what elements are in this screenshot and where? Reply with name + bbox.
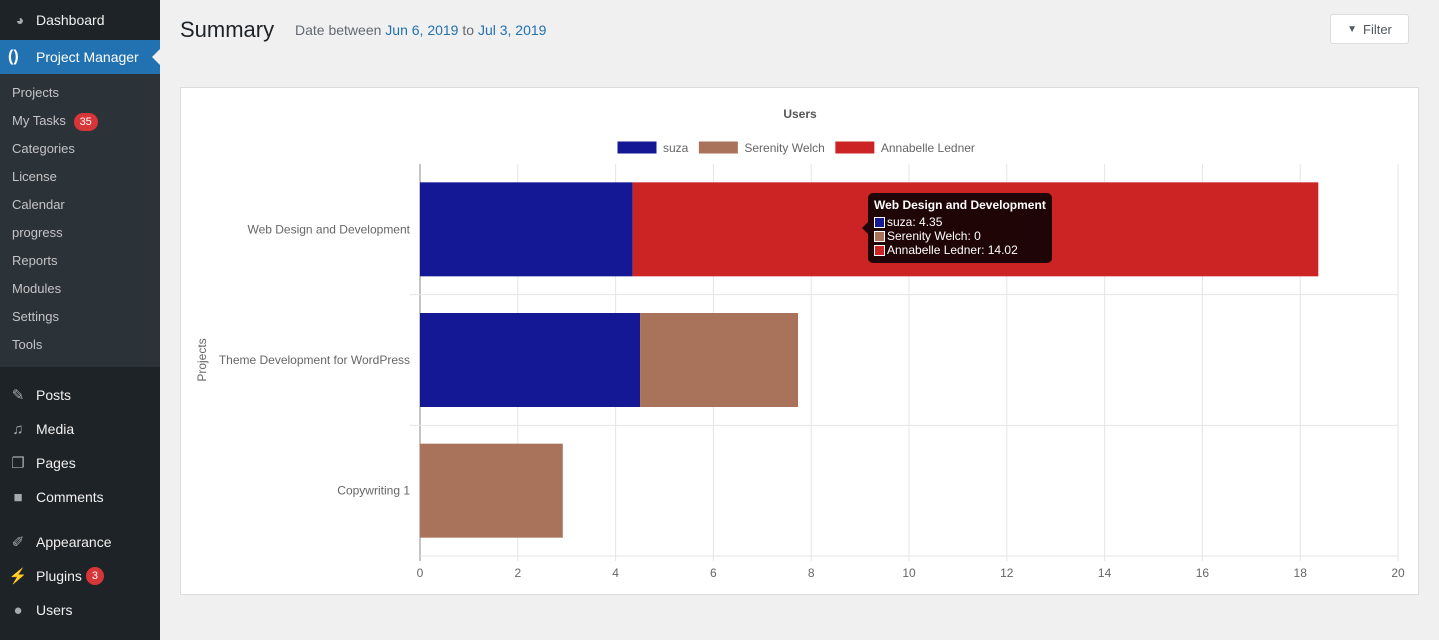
bar-segment [420, 443, 563, 538]
x-tick-label: 6 [710, 566, 717, 580]
x-tick-label: 8 [808, 566, 815, 580]
tooltip-row: suza: 4.35 [874, 215, 1046, 229]
admin-sidebar: ◕ Dashboard () Project Manager Projects My … [0, 0, 160, 640]
x-tick-label: 0 [417, 566, 424, 580]
x-tick-label: 4 [612, 566, 619, 580]
sidebar-item-posts[interactable]: ✎ Posts [0, 378, 160, 412]
page-title: Summary [180, 17, 275, 42]
x-tick-label: 16 [1196, 566, 1210, 580]
series-swatch [874, 230, 885, 242]
tooltip-row: Annabelle Ledner: 14.02 [874, 243, 1046, 257]
plug-icon: ⚡ [8, 568, 28, 585]
x-tick-label: 18 [1294, 566, 1308, 580]
pages-icon: ❐ [11, 455, 25, 472]
date-from-link[interactable]: Jun 6, 2019 [385, 22, 458, 38]
sidebar-item-project-manager[interactable]: () Project Manager [0, 40, 160, 74]
y-tick-label: Copywriting 1 [337, 484, 410, 498]
x-tick-label: 12 [1000, 566, 1014, 580]
sidebar-item-plugins[interactable]: ⚡ Plugins 3 [0, 559, 160, 593]
submenu-item-license[interactable]: License [0, 163, 160, 191]
comment-icon: ■ [13, 488, 23, 506]
brush-icon: ✐ [11, 534, 25, 551]
sidebar-item-comments[interactable]: ■ Comments [0, 480, 160, 514]
sidebar-item-appearance[interactable]: ✐ Appearance [0, 525, 160, 559]
bar-segment [640, 313, 798, 407]
submenu-item-tools[interactable]: Tools [0, 331, 160, 359]
submenu-item-modules[interactable]: Modules [0, 275, 160, 303]
x-tick-label: 10 [902, 566, 916, 580]
date-to-link[interactable]: Jul 3, 2019 [478, 22, 547, 38]
legend-label: suza [663, 141, 689, 155]
sidebar-item-media[interactable]: ♫ Media [0, 412, 160, 446]
submenu-item-reports[interactable]: Reports [0, 247, 160, 275]
legend-swatch [616, 140, 658, 155]
y-axis-label: Projects [195, 338, 209, 381]
date-range: Date between Jun 6, 2019 to Jul 3, 2019 [295, 22, 547, 38]
sidebar-item-pages[interactable]: ❐ Pages [0, 446, 160, 480]
y-tick-label: Theme Development for WordPress [219, 353, 410, 367]
legend-label: Serenity Welch [744, 141, 824, 155]
y-tick-label: Web Design and Development [247, 222, 410, 236]
x-tick-label: 2 [514, 566, 521, 580]
media-icon: ♫ [12, 420, 24, 438]
count-badge: 3 [85, 567, 105, 585]
filter-button[interactable]: ▼ Filter [1330, 14, 1409, 44]
pin-icon: ✎ [11, 387, 25, 404]
tooltip-row: Serenity Welch: 0 [874, 229, 1046, 243]
submenu-item-calendar[interactable]: Calendar [0, 191, 160, 219]
bar-segment [420, 182, 633, 277]
chart-title: Users [783, 107, 817, 121]
submenu-item-categories[interactable]: Categories [0, 135, 160, 163]
sidebar-item-dashboard[interactable]: ◕ Dashboard [0, 0, 160, 40]
bar-segment [420, 313, 641, 407]
count-badge: 35 [73, 112, 98, 131]
submenu-item-projects[interactable]: Projects [0, 79, 160, 107]
x-tick-label: 14 [1098, 566, 1112, 580]
submenu-item-progress[interactable]: progress [0, 219, 160, 247]
submenu-item-settings[interactable]: Settings [0, 303, 160, 331]
x-tick-label: 20 [1391, 566, 1405, 580]
legend-label: Annabelle Ledner [881, 141, 975, 155]
sidebar-item-users[interactable]: ● Users [0, 593, 160, 627]
legend-swatch [834, 140, 876, 155]
user-icon: ● [13, 601, 23, 619]
sidebar-menu: ✎ Posts ♫ Media ❐ Pages ■ Comments ✐ Appearance ⚡ P… [0, 367, 160, 627]
legend-swatch [697, 140, 739, 155]
project-manager-submenu: Projects My Tasks 35 Categories License Cale… [0, 74, 160, 367]
stacked-bar-chart: Users suza Serenity Welch Annabelle Ledner 0… [195, 107, 1405, 580]
filter-icon: ▼ [1347, 23, 1357, 35]
project-manager-icon: () [8, 48, 19, 65]
series-swatch [874, 244, 885, 256]
chart-tooltip: Web Design and Development suza: 4.35 Ser… [862, 193, 1052, 263]
dashboard-icon: ◕ [15, 12, 25, 28]
series-swatch [874, 216, 885, 228]
submenu-item-my-tasks[interactable]: My Tasks 35 [0, 107, 160, 135]
chart-card: Users suza Serenity Welch Annabelle Ledner 0… [180, 87, 1419, 595]
